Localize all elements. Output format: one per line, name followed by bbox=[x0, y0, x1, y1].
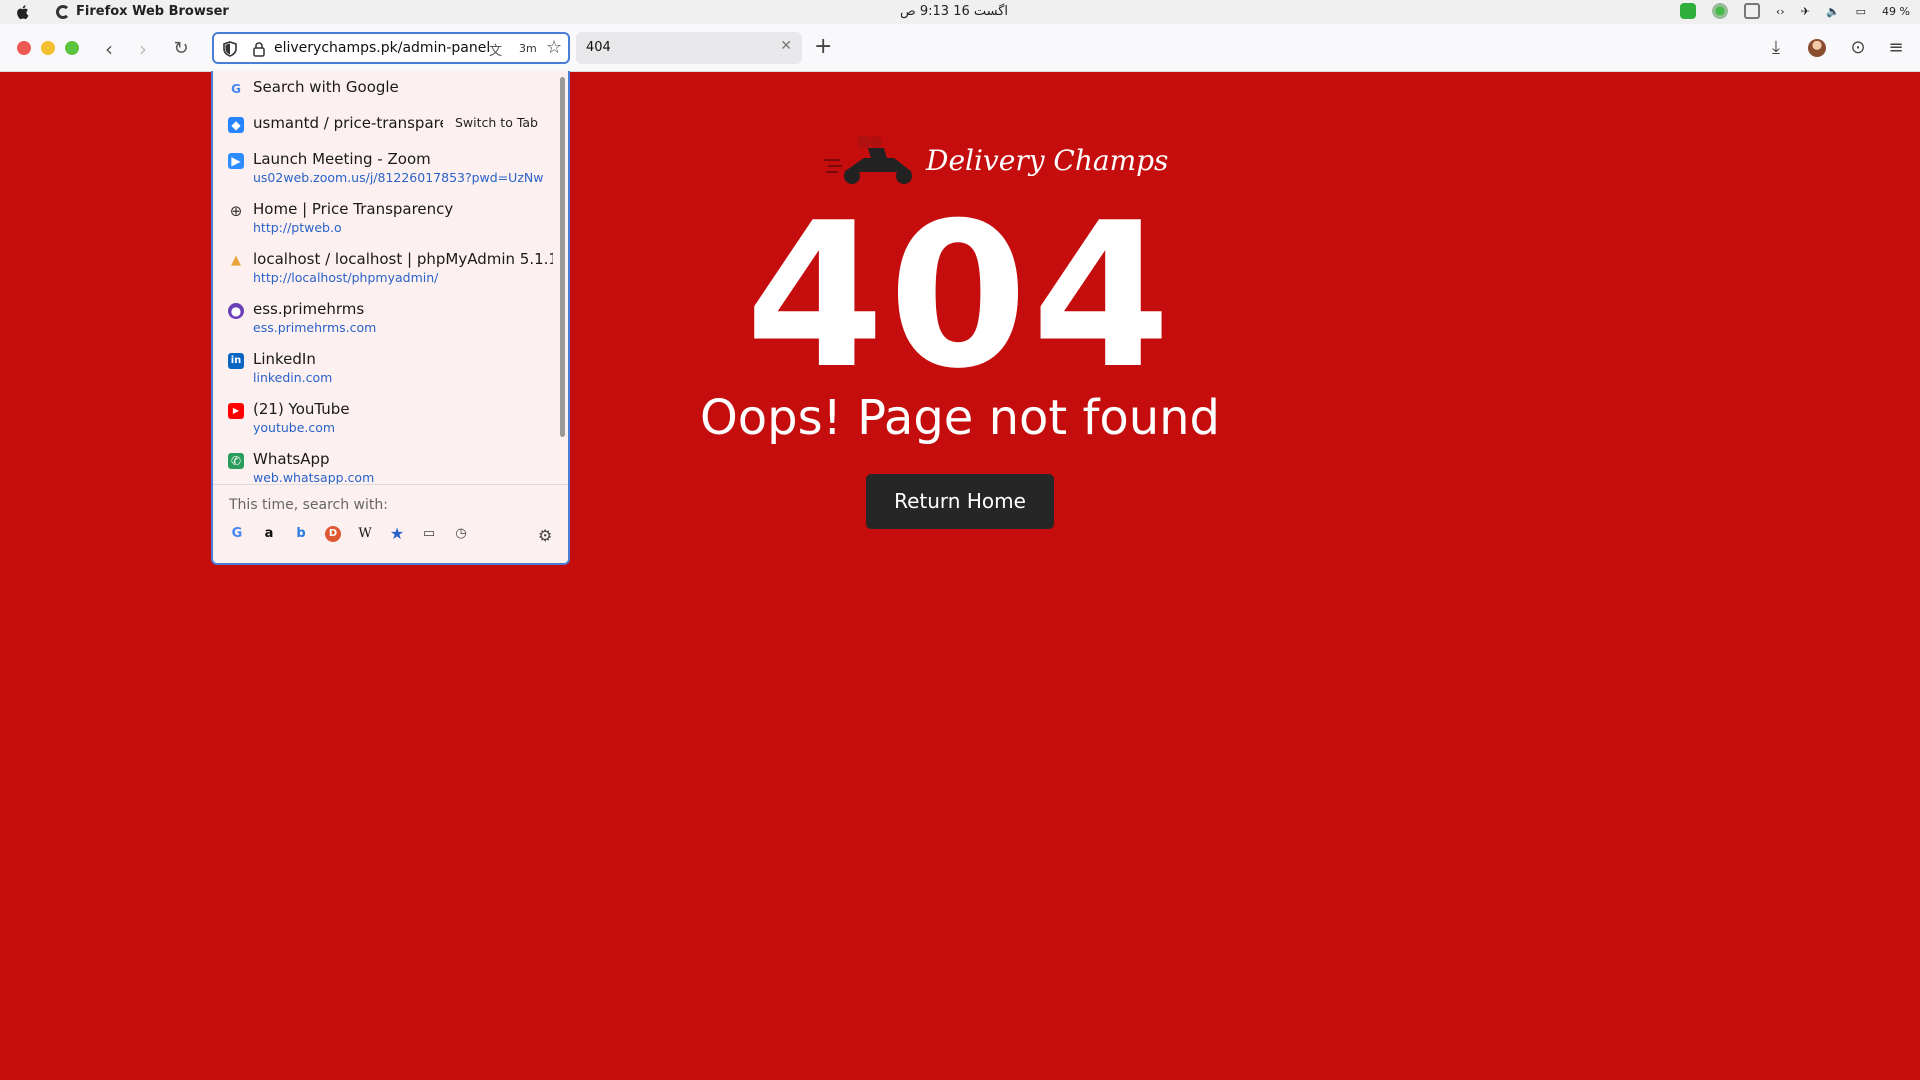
suggestion-url: youtube.com bbox=[253, 420, 336, 435]
lock-icon[interactable] bbox=[252, 41, 266, 57]
suggestion-url: http://localhost/phpmyadmin/ bbox=[253, 270, 439, 285]
youtube-icon: ▶ bbox=[228, 403, 244, 419]
suggestion-linkedin[interactable]: in LinkedIn linkedin.com bbox=[213, 345, 558, 395]
primehrms-icon: ● bbox=[228, 303, 244, 319]
google-icon: G bbox=[231, 82, 241, 96]
check-shield-icon[interactable] bbox=[1679, 3, 1696, 19]
dropdown-scrollbar[interactable] bbox=[560, 77, 565, 437]
history-icon[interactable]: ◷ bbox=[453, 526, 469, 542]
logo-text: Delivery Champs bbox=[926, 144, 1169, 177]
wikipedia-icon[interactable]: W bbox=[357, 526, 373, 542]
maximize-window-button[interactable] bbox=[65, 41, 79, 55]
suggestion-title: usmantd / price-transparen bbox=[253, 114, 443, 132]
tab-404[interactable]: 404 ✕ bbox=[576, 32, 802, 64]
battery-percent: 49 % bbox=[1882, 4, 1910, 18]
vpn-icon[interactable] bbox=[1711, 3, 1728, 19]
system-tray: ‹› ✈ 🔈 ▭ 49 % bbox=[1679, 3, 1910, 19]
code-icon[interactable]: ‹› bbox=[1776, 5, 1785, 18]
reload-button[interactable]: ↻ bbox=[170, 38, 192, 60]
active-app-name[interactable]: Firefox Web Browser bbox=[56, 4, 229, 19]
phpmyadmin-icon: ▲ bbox=[231, 253, 241, 268]
suggestion-title: localhost / localhost | phpMyAdmin 5.1.1 bbox=[253, 250, 553, 268]
linkedin-icon: in bbox=[228, 353, 244, 369]
avatar bbox=[1808, 39, 1826, 57]
suggestion-ptweb[interactable]: ⊕ Home | Price Transparency http://ptweb… bbox=[213, 195, 558, 245]
account-avatar[interactable] bbox=[1805, 36, 1829, 60]
url-suggestions-dropdown: G Search with Google ◆ usmantd / price-t… bbox=[211, 71, 570, 565]
suggestion-title: Search with Google bbox=[253, 78, 399, 96]
extensions-icon[interactable]: ⊙ bbox=[1846, 36, 1870, 60]
app-name-label: Firefox Web Browser bbox=[76, 4, 229, 19]
suggestion-url: us02web.zoom.us/j/81226017853?pwd=UzNwM.… bbox=[253, 170, 543, 185]
suggestion-title: ess.primehrms bbox=[253, 300, 365, 318]
apple-icon[interactable] bbox=[14, 3, 32, 21]
return-home-button[interactable]: Return Home bbox=[866, 474, 1054, 529]
hamburger-menu-icon[interactable]: ≡ bbox=[1884, 36, 1908, 60]
new-tab-button[interactable]: + bbox=[814, 34, 832, 59]
suggestion-url: linkedin.com bbox=[253, 370, 333, 385]
suggestion-phpmyadmin[interactable]: ▲ localhost / localhost | phpMyAdmin 5.1… bbox=[213, 245, 558, 295]
bookmarks-icon[interactable]: ★ bbox=[389, 526, 405, 542]
globe-icon: ⊕ bbox=[229, 202, 243, 220]
suggestion-title: WhatsApp bbox=[253, 450, 330, 468]
translate-icon[interactable]: 文 bbox=[489, 40, 507, 59]
dropdown-divider bbox=[213, 484, 568, 485]
back-button[interactable]: ‹ bbox=[98, 38, 120, 60]
address-bar[interactable]: eliverychamps.pk/admin-panel 文 3m ☆ bbox=[212, 32, 570, 64]
url-badge[interactable]: 3m bbox=[519, 42, 537, 55]
suggestion-title: Home | Price Transparency bbox=[253, 200, 454, 218]
suggestion-url: web.whatsapp.com bbox=[253, 470, 375, 485]
duckduckgo-icon[interactable]: D bbox=[325, 526, 341, 542]
suggestion-url: http://ptweb.o bbox=[253, 220, 342, 235]
downloads-icon[interactable]: ⤓ bbox=[1764, 36, 1788, 60]
close-window-button[interactable] bbox=[17, 41, 31, 55]
suggestion-youtube[interactable]: ▶ (21) YouTube youtube.com bbox=[213, 395, 558, 445]
window-icon[interactable] bbox=[1743, 3, 1760, 19]
switch-to-tab-label[interactable]: Switch to Tab bbox=[455, 115, 538, 130]
tracking-protection-icon[interactable] bbox=[223, 41, 237, 57]
suggestion-zoom[interactable]: ▶ Launch Meeting - Zoom us02web.zoom.us/… bbox=[213, 145, 558, 195]
suggestion-whatsapp[interactable]: ✆ WhatsApp web.whatsapp.com bbox=[213, 445, 558, 495]
browser-toolbar: ‹ › ↻ eliverychamps.pk/admin-panel 文 3m … bbox=[0, 24, 1920, 72]
suggestion-title: LinkedIn bbox=[253, 350, 316, 368]
amazon-icon[interactable]: a bbox=[261, 526, 277, 542]
bing-icon[interactable]: b bbox=[293, 526, 309, 542]
suggestion-url: ess.primehrms.com bbox=[253, 320, 377, 335]
whatsapp-icon: ✆ bbox=[228, 453, 244, 469]
close-tab-icon[interactable]: ✕ bbox=[780, 38, 792, 54]
zoom-icon: ▶ bbox=[228, 153, 244, 169]
tabs-icon[interactable]: ▭ bbox=[421, 526, 437, 542]
bookmark-star-icon[interactable]: ☆ bbox=[546, 37, 562, 58]
search-with-label: This time, search with: bbox=[229, 497, 388, 513]
google-icon[interactable]: G bbox=[229, 526, 245, 542]
suggestion-title: Launch Meeting - Zoom bbox=[253, 150, 431, 168]
airplane-icon[interactable]: ✈ bbox=[1801, 5, 1810, 18]
suggestion-title: (21) YouTube bbox=[253, 400, 350, 418]
tab-title: 404 bbox=[586, 40, 611, 55]
minimize-window-button[interactable] bbox=[41, 41, 55, 55]
suggestion-primehrms[interactable]: ● ess.primehrms ess.primehrms.com bbox=[213, 295, 558, 345]
firefox-icon bbox=[56, 4, 70, 19]
volume-icon[interactable]: 🔈 bbox=[1826, 5, 1840, 18]
forward-button[interactable]: › bbox=[132, 38, 154, 60]
url-text[interactable]: eliverychamps.pk/admin-panel bbox=[274, 40, 492, 56]
search-engine-row: G a b D W ★ ▭ ◷ bbox=[229, 526, 469, 542]
bitbucket-icon: ◆ bbox=[228, 117, 244, 133]
gear-icon[interactable]: ⚙ bbox=[538, 526, 552, 545]
clock[interactable]: اگست 16 9:13 ص bbox=[900, 4, 1008, 19]
system-menu-bar: Firefox Web Browser اگست 16 9:13 ص ‹› ✈ … bbox=[0, 0, 1920, 24]
battery-icon[interactable]: ▭ bbox=[1856, 5, 1866, 18]
